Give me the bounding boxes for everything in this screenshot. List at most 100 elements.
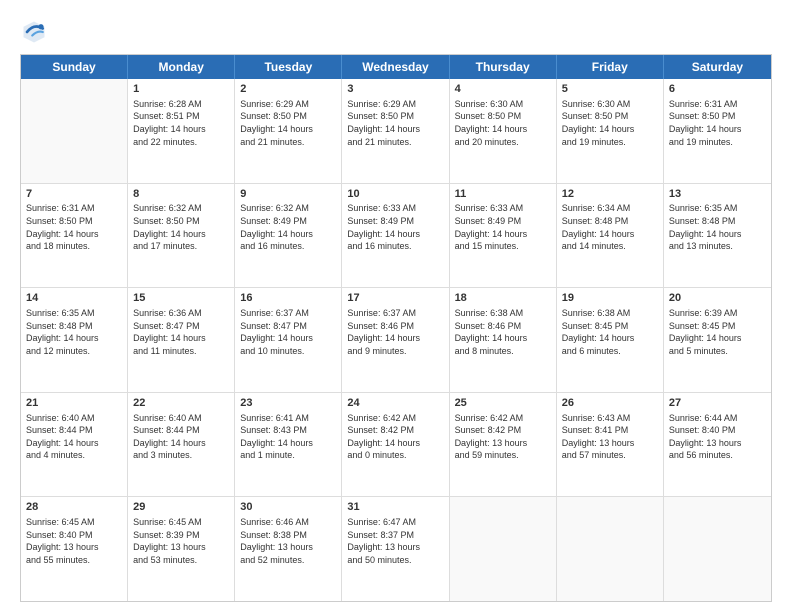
cal-header-saturday: Saturday [664, 55, 771, 79]
logo [20, 18, 52, 46]
day-number: 11 [455, 187, 551, 202]
cal-cell: 3Sunrise: 6:29 AM Sunset: 8:50 PM Daylig… [342, 79, 449, 183]
cal-header-wednesday: Wednesday [342, 55, 449, 79]
cell-content: Sunrise: 6:39 AM Sunset: 8:45 PM Dayligh… [669, 307, 766, 357]
cal-cell: 6Sunrise: 6:31 AM Sunset: 8:50 PM Daylig… [664, 79, 771, 183]
cell-content: Sunrise: 6:45 AM Sunset: 8:39 PM Dayligh… [133, 516, 229, 566]
cal-cell [21, 79, 128, 183]
cell-content: Sunrise: 6:38 AM Sunset: 8:45 PM Dayligh… [562, 307, 658, 357]
cal-cell: 20Sunrise: 6:39 AM Sunset: 8:45 PM Dayli… [664, 288, 771, 392]
cell-content: Sunrise: 6:47 AM Sunset: 8:37 PM Dayligh… [347, 516, 443, 566]
cell-content: Sunrise: 6:42 AM Sunset: 8:42 PM Dayligh… [347, 412, 443, 462]
cell-content: Sunrise: 6:37 AM Sunset: 8:46 PM Dayligh… [347, 307, 443, 357]
cell-content: Sunrise: 6:32 AM Sunset: 8:49 PM Dayligh… [240, 202, 336, 252]
day-number: 9 [240, 187, 336, 202]
cal-cell: 27Sunrise: 6:44 AM Sunset: 8:40 PM Dayli… [664, 393, 771, 497]
cell-content: Sunrise: 6:42 AM Sunset: 8:42 PM Dayligh… [455, 412, 551, 462]
cal-header-sunday: Sunday [21, 55, 128, 79]
cell-content: Sunrise: 6:41 AM Sunset: 8:43 PM Dayligh… [240, 412, 336, 462]
day-number: 16 [240, 291, 336, 306]
day-number: 17 [347, 291, 443, 306]
cal-cell [450, 497, 557, 601]
cell-content: Sunrise: 6:35 AM Sunset: 8:48 PM Dayligh… [669, 202, 766, 252]
cell-content: Sunrise: 6:35 AM Sunset: 8:48 PM Dayligh… [26, 307, 122, 357]
cal-row-0: 1Sunrise: 6:28 AM Sunset: 8:51 PM Daylig… [21, 79, 771, 184]
cal-cell: 11Sunrise: 6:33 AM Sunset: 8:49 PM Dayli… [450, 184, 557, 288]
cell-content: Sunrise: 6:28 AM Sunset: 8:51 PM Dayligh… [133, 98, 229, 148]
header [20, 18, 772, 46]
page: SundayMondayTuesdayWednesdayThursdayFrid… [0, 0, 792, 612]
day-number: 3 [347, 82, 443, 97]
day-number: 7 [26, 187, 122, 202]
cell-content: Sunrise: 6:38 AM Sunset: 8:46 PM Dayligh… [455, 307, 551, 357]
cal-cell: 23Sunrise: 6:41 AM Sunset: 8:43 PM Dayli… [235, 393, 342, 497]
cell-content: Sunrise: 6:40 AM Sunset: 8:44 PM Dayligh… [26, 412, 122, 462]
cal-cell: 29Sunrise: 6:45 AM Sunset: 8:39 PM Dayli… [128, 497, 235, 601]
cal-cell: 16Sunrise: 6:37 AM Sunset: 8:47 PM Dayli… [235, 288, 342, 392]
cal-cell: 10Sunrise: 6:33 AM Sunset: 8:49 PM Dayli… [342, 184, 449, 288]
day-number: 12 [562, 187, 658, 202]
cal-cell: 31Sunrise: 6:47 AM Sunset: 8:37 PM Dayli… [342, 497, 449, 601]
cal-header-monday: Monday [128, 55, 235, 79]
cal-cell: 28Sunrise: 6:45 AM Sunset: 8:40 PM Dayli… [21, 497, 128, 601]
cal-cell: 2Sunrise: 6:29 AM Sunset: 8:50 PM Daylig… [235, 79, 342, 183]
cell-content: Sunrise: 6:44 AM Sunset: 8:40 PM Dayligh… [669, 412, 766, 462]
cal-row-3: 21Sunrise: 6:40 AM Sunset: 8:44 PM Dayli… [21, 393, 771, 498]
cal-cell: 5Sunrise: 6:30 AM Sunset: 8:50 PM Daylig… [557, 79, 664, 183]
cell-content: Sunrise: 6:33 AM Sunset: 8:49 PM Dayligh… [455, 202, 551, 252]
cell-content: Sunrise: 6:36 AM Sunset: 8:47 PM Dayligh… [133, 307, 229, 357]
day-number: 20 [669, 291, 766, 306]
cal-header-tuesday: Tuesday [235, 55, 342, 79]
day-number: 23 [240, 396, 336, 411]
calendar: SundayMondayTuesdayWednesdayThursdayFrid… [20, 54, 772, 602]
day-number: 19 [562, 291, 658, 306]
cal-row-4: 28Sunrise: 6:45 AM Sunset: 8:40 PM Dayli… [21, 497, 771, 601]
cal-cell: 9Sunrise: 6:32 AM Sunset: 8:49 PM Daylig… [235, 184, 342, 288]
cal-cell: 25Sunrise: 6:42 AM Sunset: 8:42 PM Dayli… [450, 393, 557, 497]
day-number: 8 [133, 187, 229, 202]
cal-cell: 26Sunrise: 6:43 AM Sunset: 8:41 PM Dayli… [557, 393, 664, 497]
cell-content: Sunrise: 6:29 AM Sunset: 8:50 PM Dayligh… [240, 98, 336, 148]
day-number: 24 [347, 396, 443, 411]
cell-content: Sunrise: 6:46 AM Sunset: 8:38 PM Dayligh… [240, 516, 336, 566]
day-number: 21 [26, 396, 122, 411]
cal-cell: 8Sunrise: 6:32 AM Sunset: 8:50 PM Daylig… [128, 184, 235, 288]
cal-cell: 15Sunrise: 6:36 AM Sunset: 8:47 PM Dayli… [128, 288, 235, 392]
day-number: 6 [669, 82, 766, 97]
cell-content: Sunrise: 6:30 AM Sunset: 8:50 PM Dayligh… [562, 98, 658, 148]
cal-row-1: 7Sunrise: 6:31 AM Sunset: 8:50 PM Daylig… [21, 184, 771, 289]
cal-cell: 19Sunrise: 6:38 AM Sunset: 8:45 PM Dayli… [557, 288, 664, 392]
cal-cell: 30Sunrise: 6:46 AM Sunset: 8:38 PM Dayli… [235, 497, 342, 601]
cal-cell: 24Sunrise: 6:42 AM Sunset: 8:42 PM Dayli… [342, 393, 449, 497]
day-number: 25 [455, 396, 551, 411]
cell-content: Sunrise: 6:31 AM Sunset: 8:50 PM Dayligh… [26, 202, 122, 252]
cal-header-thursday: Thursday [450, 55, 557, 79]
day-number: 27 [669, 396, 766, 411]
cell-content: Sunrise: 6:32 AM Sunset: 8:50 PM Dayligh… [133, 202, 229, 252]
day-number: 5 [562, 82, 658, 97]
cell-content: Sunrise: 6:34 AM Sunset: 8:48 PM Dayligh… [562, 202, 658, 252]
day-number: 4 [455, 82, 551, 97]
cal-cell: 4Sunrise: 6:30 AM Sunset: 8:50 PM Daylig… [450, 79, 557, 183]
cell-content: Sunrise: 6:33 AM Sunset: 8:49 PM Dayligh… [347, 202, 443, 252]
day-number: 13 [669, 187, 766, 202]
cell-content: Sunrise: 6:30 AM Sunset: 8:50 PM Dayligh… [455, 98, 551, 148]
cell-content: Sunrise: 6:37 AM Sunset: 8:47 PM Dayligh… [240, 307, 336, 357]
day-number: 1 [133, 82, 229, 97]
day-number: 22 [133, 396, 229, 411]
cal-cell [664, 497, 771, 601]
cal-cell: 14Sunrise: 6:35 AM Sunset: 8:48 PM Dayli… [21, 288, 128, 392]
cal-cell: 17Sunrise: 6:37 AM Sunset: 8:46 PM Dayli… [342, 288, 449, 392]
day-number: 30 [240, 500, 336, 515]
cal-header-friday: Friday [557, 55, 664, 79]
cal-cell: 13Sunrise: 6:35 AM Sunset: 8:48 PM Dayli… [664, 184, 771, 288]
logo-icon [20, 18, 48, 46]
cal-cell: 18Sunrise: 6:38 AM Sunset: 8:46 PM Dayli… [450, 288, 557, 392]
day-number: 10 [347, 187, 443, 202]
day-number: 29 [133, 500, 229, 515]
cal-cell [557, 497, 664, 601]
cal-cell: 1Sunrise: 6:28 AM Sunset: 8:51 PM Daylig… [128, 79, 235, 183]
cal-cell: 12Sunrise: 6:34 AM Sunset: 8:48 PM Dayli… [557, 184, 664, 288]
cal-cell: 21Sunrise: 6:40 AM Sunset: 8:44 PM Dayli… [21, 393, 128, 497]
day-number: 31 [347, 500, 443, 515]
